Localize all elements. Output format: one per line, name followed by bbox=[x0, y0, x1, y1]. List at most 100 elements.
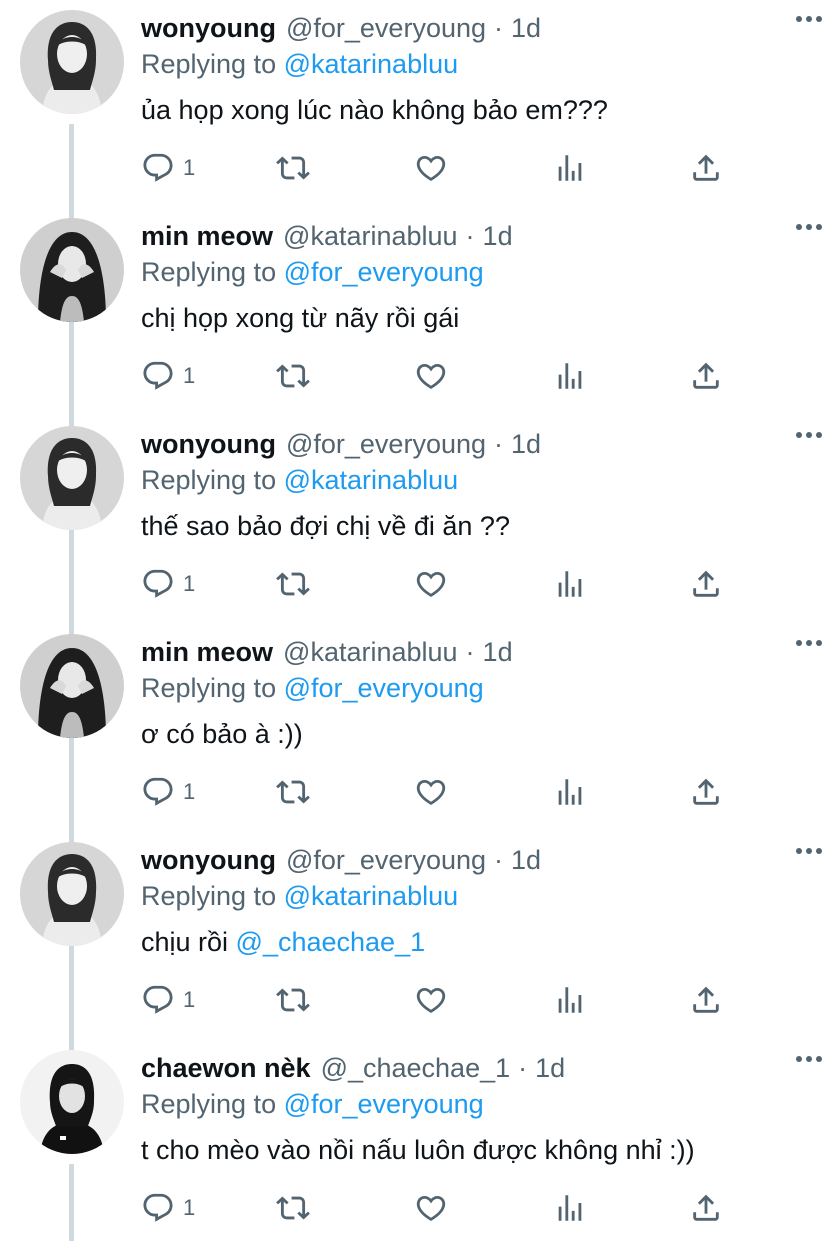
author-handle[interactable]: @for_everyoung bbox=[286, 10, 486, 46]
tweet-timestamp[interactable]: 1d bbox=[535, 1050, 565, 1086]
like-button[interactable] bbox=[414, 356, 448, 396]
share-button[interactable] bbox=[689, 772, 723, 812]
tweet-timestamp[interactable]: 1d bbox=[483, 218, 513, 254]
author-name[interactable]: min meow bbox=[141, 218, 273, 254]
thread-connector-line bbox=[69, 1164, 74, 1241]
reply-icon bbox=[143, 569, 173, 598]
retweet-icon bbox=[276, 988, 310, 1012]
tweet[interactable]: wonyoung @for_everyoung · 1d Replying to… bbox=[0, 0, 828, 208]
avatar[interactable] bbox=[20, 218, 124, 322]
reply-button[interactable]: 1 bbox=[141, 980, 195, 1020]
retweet-button[interactable] bbox=[276, 1188, 310, 1228]
avatar[interactable] bbox=[20, 842, 124, 946]
tweet-timestamp[interactable]: 1d bbox=[483, 634, 513, 670]
more-icon bbox=[796, 1056, 822, 1062]
tweet-text-mention[interactable]: @_chaechae_1 bbox=[236, 927, 426, 957]
tweet-actions: 1 bbox=[141, 772, 808, 812]
share-icon bbox=[693, 570, 719, 597]
avatar[interactable] bbox=[20, 1050, 124, 1154]
tweet-text: ủa họp xong lúc nào không bảo em??? bbox=[141, 95, 608, 125]
like-button[interactable] bbox=[414, 1188, 448, 1228]
more-icon bbox=[796, 432, 822, 438]
like-button[interactable] bbox=[414, 772, 448, 812]
like-button[interactable] bbox=[414, 148, 448, 188]
replying-to-mention[interactable]: @for_everyoung bbox=[284, 257, 484, 287]
author-name[interactable]: wonyoung bbox=[141, 842, 276, 878]
tweet[interactable]: min meow @katarinabluu · 1d Replying to … bbox=[0, 208, 828, 416]
share-button[interactable] bbox=[689, 1188, 723, 1228]
avatar[interactable] bbox=[20, 10, 124, 114]
like-icon bbox=[416, 571, 446, 597]
tweet-actions: 1 bbox=[141, 148, 808, 188]
stats-icon bbox=[558, 571, 582, 597]
tweet-timestamp[interactable]: 1d bbox=[511, 842, 541, 878]
replying-to-mention[interactable]: @for_everyoung bbox=[284, 1089, 484, 1119]
replying-to-mention[interactable]: @katarinabluu bbox=[284, 465, 459, 495]
author-handle[interactable]: @for_everyoung bbox=[286, 842, 486, 878]
avatar[interactable] bbox=[20, 634, 124, 738]
stats-icon bbox=[558, 1195, 582, 1221]
chaewon-avatar bbox=[20, 1050, 124, 1154]
wonyoung-avatar bbox=[20, 426, 124, 530]
author-name[interactable]: wonyoung bbox=[141, 426, 276, 462]
more-options-button[interactable] bbox=[792, 836, 826, 866]
wonyoung-avatar bbox=[20, 10, 124, 114]
replying-to-mention[interactable]: @katarinabluu bbox=[284, 881, 459, 911]
reply-button[interactable]: 1 bbox=[141, 772, 195, 812]
more-options-button[interactable] bbox=[792, 420, 826, 450]
reply-button[interactable]: 1 bbox=[141, 148, 195, 188]
retweet-button[interactable] bbox=[276, 564, 310, 604]
replying-to-mention[interactable]: @for_everyoung bbox=[284, 673, 484, 703]
retweet-button[interactable] bbox=[276, 148, 310, 188]
more-options-button[interactable] bbox=[792, 1044, 826, 1074]
stats-button[interactable] bbox=[553, 980, 587, 1020]
author-handle[interactable]: @katarinabluu bbox=[283, 218, 458, 254]
retweet-button[interactable] bbox=[276, 980, 310, 1020]
like-button[interactable] bbox=[414, 980, 448, 1020]
stats-icon bbox=[558, 779, 582, 805]
reply-icon bbox=[143, 985, 173, 1014]
author-name[interactable]: chaewon nèk bbox=[141, 1050, 311, 1086]
separator-dot: · bbox=[494, 429, 504, 459]
reply-icon bbox=[143, 361, 173, 390]
reply-button[interactable]: 1 bbox=[141, 356, 195, 396]
tweet[interactable]: wonyoung @for_everyoung · 1d Replying to… bbox=[0, 416, 828, 624]
share-button[interactable] bbox=[689, 564, 723, 604]
replying-to-mention[interactable]: @katarinabluu bbox=[284, 49, 459, 79]
reply-count: 1 bbox=[183, 571, 196, 596]
share-button[interactable] bbox=[689, 148, 723, 188]
like-icon bbox=[416, 363, 446, 389]
tweet[interactable]: wonyoung @for_everyoung · 1d Replying to… bbox=[0, 832, 828, 1040]
retweet-icon bbox=[276, 1196, 310, 1220]
avatar[interactable] bbox=[20, 426, 124, 530]
tweet-timestamp[interactable]: 1d bbox=[511, 426, 541, 462]
author-handle[interactable]: @_chaechae_1 bbox=[321, 1050, 511, 1086]
more-options-button[interactable] bbox=[792, 212, 826, 242]
author-name[interactable]: min meow bbox=[141, 634, 273, 670]
stats-button[interactable] bbox=[553, 148, 587, 188]
tweet[interactable]: chaewon nèk @_chaechae_1 · 1d Replying t… bbox=[0, 1040, 828, 1248]
retweet-button[interactable] bbox=[276, 772, 310, 812]
tweet-timestamp[interactable]: 1d bbox=[511, 10, 541, 46]
share-button[interactable] bbox=[689, 356, 723, 396]
tweet[interactable]: min meow @katarinabluu · 1d Replying to … bbox=[0, 624, 828, 832]
retweet-button[interactable] bbox=[276, 356, 310, 396]
like-button[interactable] bbox=[414, 564, 448, 604]
reply-thread: wonyoung @for_everyoung · 1d Replying to… bbox=[0, 0, 828, 1241]
author-handle[interactable]: @for_everyoung bbox=[286, 426, 486, 462]
author-name[interactable]: wonyoung bbox=[141, 10, 276, 46]
author-handle[interactable]: @katarinabluu bbox=[283, 634, 458, 670]
tweet-text: t cho mèo vào nồi nấu luôn được không nh… bbox=[141, 1135, 695, 1165]
reply-button[interactable]: 1 bbox=[141, 564, 195, 604]
replying-to-line: Replying to @katarinabluu bbox=[141, 46, 808, 82]
reply-button[interactable]: 1 bbox=[141, 1188, 195, 1228]
stats-button[interactable] bbox=[553, 564, 587, 604]
more-options-button[interactable] bbox=[792, 4, 826, 34]
more-options-button[interactable] bbox=[792, 628, 826, 658]
tweet-actions: 1 bbox=[141, 980, 808, 1020]
share-button[interactable] bbox=[689, 980, 723, 1020]
stats-button[interactable] bbox=[553, 356, 587, 396]
stats-button[interactable] bbox=[553, 772, 587, 812]
reply-count: 1 bbox=[183, 1195, 196, 1220]
stats-button[interactable] bbox=[553, 1188, 587, 1228]
